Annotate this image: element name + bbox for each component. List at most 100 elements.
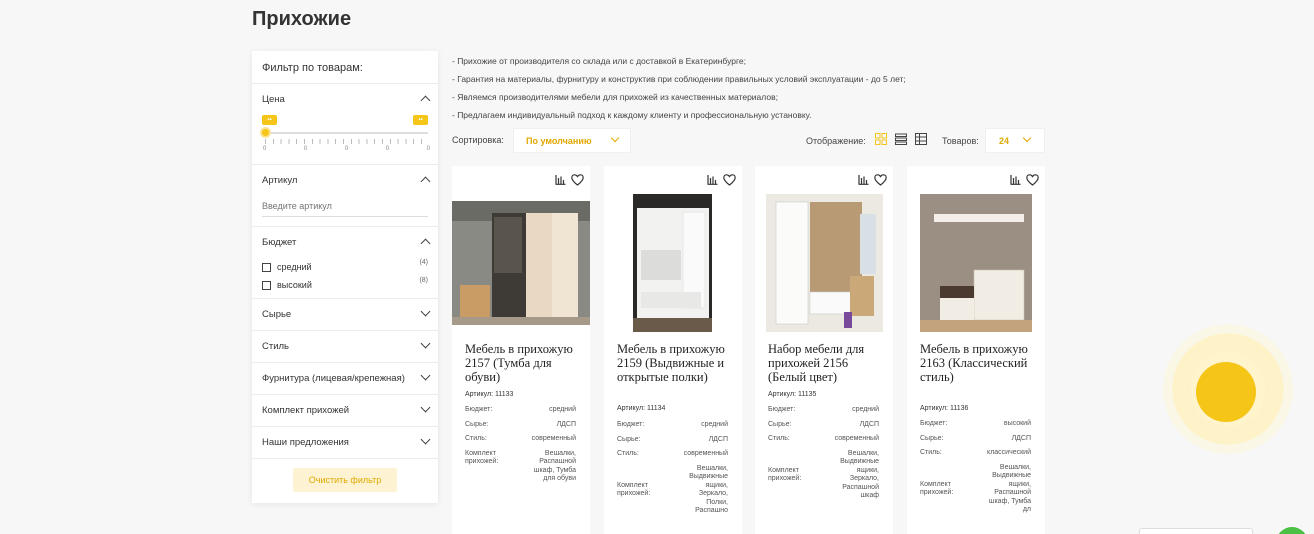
table-view-icon[interactable] <box>915 133 927 145</box>
filter-price-label: Цена <box>262 94 285 105</box>
product-name[interactable]: Мебель в прихожую 2163 (Классический сти… <box>920 342 1038 384</box>
product-card[interactable]: Мебель в прихожую 2157 (Тумба для обуви)… <box>452 166 590 534</box>
prop-key: Комплект прихожей: <box>920 480 954 497</box>
product-name[interactable]: Мебель в прихожую 2157 (Тумба для обуви) <box>465 342 583 384</box>
price-tick-labels: 0 0 0 0 0 <box>263 146 430 152</box>
prop-key: Комплект прихожей: <box>465 449 499 466</box>
prop-key: Комплект прихожей: <box>617 481 651 498</box>
compare-icon[interactable] <box>707 174 718 185</box>
filter-budget-header[interactable]: Бюджет <box>252 227 438 258</box>
price-slider-track[interactable] <box>265 132 428 134</box>
prop-row: Сырье: ЛДСП <box>920 435 1031 444</box>
prop-row: Бюджет: высокий <box>920 420 1031 429</box>
budget-option-high[interactable]: высокий (8) <box>262 276 428 294</box>
checkbox[interactable] <box>262 262 271 272</box>
chevron-down-icon <box>420 306 431 317</box>
callback-button[interactable] <box>1196 362 1256 422</box>
heart-icon[interactable] <box>1026 174 1039 186</box>
prop-row: Стиль: современный <box>768 435 879 444</box>
grid-view-icon[interactable] <box>875 133 887 145</box>
filter-sku-header[interactable]: Артикул <box>252 165 438 196</box>
filter-sidebar: Фильтр по товарам: Цена ▪▪ ▪▪ 0 0 0 0 0 … <box>252 51 438 503</box>
budget-option-medium[interactable]: средний (4) <box>262 258 428 276</box>
filter-title: Фильтр по товарам: <box>252 51 438 84</box>
filter-set[interactable]: Комплект прихожей <box>252 395 438 427</box>
filter-section-label: Сырье <box>262 309 292 320</box>
description-line: - Гарантия на материалы, фурнитуру и кон… <box>452 74 906 84</box>
chevron-down-icon <box>420 434 431 445</box>
prop-key: Сырье: <box>465 420 489 428</box>
prop-row: Сырье: ЛДСП <box>465 421 576 430</box>
filter-style[interactable]: Стиль <box>252 331 438 363</box>
price-max-tag: ▪▪ <box>413 115 428 125</box>
price-slider-handle[interactable] <box>260 127 271 138</box>
product-name[interactable]: Набор мебели для прихожей 2156 (Белый цв… <box>768 342 886 384</box>
heart-icon[interactable] <box>723 174 736 186</box>
prop-value: ЛДСП <box>556 420 576 428</box>
prop-row: Бюджет: средний <box>465 406 576 415</box>
prop-row: Стиль: классический <box>920 449 1031 458</box>
prop-key: Бюджет: <box>465 406 493 413</box>
filter-material[interactable]: Сырье <box>252 299 438 331</box>
prop-key: Бюджет: <box>768 406 796 413</box>
prop-key: Стиль: <box>920 449 942 456</box>
clear-filter-button[interactable]: Очистить фильтр <box>293 468 397 492</box>
product-card[interactable]: Мебель в прихожую 2159 (Выдвижные и откр… <box>604 166 742 534</box>
sort-select[interactable]: По умолчанию <box>513 128 631 153</box>
compare-icon[interactable] <box>555 174 566 185</box>
chevron-down-icon <box>1022 133 1032 143</box>
prop-row: Стиль: современный <box>465 435 576 444</box>
budget-option-label: средний <box>277 262 312 272</box>
filter-sku-label: Артикул <box>262 175 298 186</box>
prop-value: современный <box>834 435 879 442</box>
product-image[interactable] <box>920 194 1032 332</box>
filter-price: Цена ▪▪ ▪▪ 0 0 0 0 0 <box>252 84 438 165</box>
prop-key: Сырье: <box>920 434 944 442</box>
prop-value: ЛДСП <box>859 420 879 428</box>
prop-value: ЛДСП <box>708 435 728 443</box>
per-page-select[interactable]: 24 <box>985 128 1045 153</box>
compare-icon[interactable] <box>858 174 869 185</box>
prop-value: Вешалки, Распашной шкаф, Тумба для обуви <box>533 449 576 483</box>
chat-popup[interactable] <box>1139 528 1253 534</box>
tick-label: 0 <box>263 146 267 152</box>
description-line: - Являемся производителями мебели для пр… <box>452 92 778 102</box>
product-image[interactable] <box>766 194 883 332</box>
heart-icon[interactable] <box>571 174 584 186</box>
prop-row: Бюджет: средний <box>617 421 728 430</box>
product-sku: Артикул: 11134 <box>617 405 666 412</box>
tick-label: 0 <box>344 146 349 152</box>
product-name[interactable]: Мебель в прихожую 2159 (Выдвижные и откр… <box>617 342 735 384</box>
prop-key: Стиль: <box>768 435 790 442</box>
filter-hardware[interactable]: Фурнитура (лицевая/крепежная) <box>252 363 438 395</box>
chat-button[interactable] <box>1276 527 1308 534</box>
tick-label: 0 <box>303 146 308 152</box>
list-view-icon[interactable] <box>895 133 907 145</box>
per-page-label: Товаров: <box>942 136 979 146</box>
heart-icon[interactable] <box>874 174 887 186</box>
compare-icon[interactable] <box>1010 174 1021 185</box>
product-card[interactable]: Мебель в прихожую 2163 (Классический сти… <box>907 166 1045 534</box>
chevron-down-icon <box>420 338 431 349</box>
prop-key: Сырье: <box>617 435 641 443</box>
filter-section-label: Фурнитура (лицевая/крепежная) <box>262 373 405 384</box>
prop-value: средний <box>852 406 879 413</box>
product-card[interactable]: Набор мебели для прихожей 2156 (Белый цв… <box>755 166 893 534</box>
prop-row: Комплект прихожей: Вешалки, Распашной шка… <box>465 450 576 484</box>
prop-row: Комплект прихожей: Вешалки, Выдвижные ящи… <box>920 464 1031 515</box>
budget-option-label: высокий <box>277 280 312 290</box>
filter-price-header[interactable]: Цена <box>252 84 438 115</box>
price-slider-ticks <box>265 139 428 144</box>
filter-budget: Бюджет средний (4) высокий (8) <box>252 227 438 299</box>
checkbox[interactable] <box>262 280 271 290</box>
product-image[interactable] <box>452 201 590 325</box>
filter-offers[interactable]: Наши предложения <box>252 427 438 459</box>
budget-option-count: (4) <box>419 259 428 266</box>
filter-section-label: Комплект прихожей <box>262 405 350 416</box>
sku-input[interactable] <box>262 196 428 217</box>
prop-value: ЛДСП <box>1011 434 1031 442</box>
prop-key: Стиль: <box>617 450 639 457</box>
product-sku: Артикул: 11135 <box>768 391 817 398</box>
product-image[interactable] <box>633 194 712 332</box>
chevron-down-icon <box>610 133 620 143</box>
